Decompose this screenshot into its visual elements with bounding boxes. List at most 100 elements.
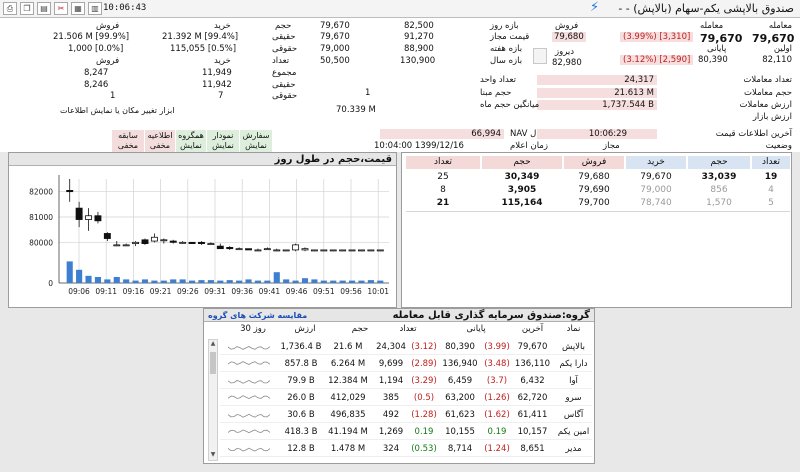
- candle-body: [216, 245, 224, 250]
- row-volume: 41.194 M: [328, 427, 368, 437]
- order-header-buy-count: تعداد: [752, 156, 790, 169]
- allowed-high: 91,270: [404, 32, 434, 42]
- real-label: حقیقی: [272, 32, 296, 42]
- order-header-sell-count: تعداد: [406, 156, 480, 169]
- row-volume: 21.6 M: [333, 342, 363, 352]
- candle-body: [301, 248, 309, 251]
- row-count: 324: [382, 444, 400, 454]
- row-value: 26.0 B: [287, 393, 315, 403]
- volume-bar: [245, 279, 252, 283]
- row-symbol[interactable]: سرو: [555, 393, 592, 403]
- candle-body: [376, 249, 384, 252]
- candle-body: [358, 249, 365, 252]
- intraday-chart[interactable]: 0 80000 81000 82000 09:06 09:11 09:16 09:21 09:2…: [9, 167, 396, 307]
- symbol-info: معامله 79,670 79,670 (3.99%) [3,310] معا…: [0, 18, 800, 152]
- volume-bar: [141, 279, 149, 283]
- row-last: 6,432: [520, 376, 545, 386]
- compare-group-link[interactable]: مقایسه شرکت های گروه: [208, 311, 307, 320]
- row-symbol[interactable]: دارا یکم: [555, 359, 592, 369]
- row-symbol[interactable]: بالاپش: [555, 342, 592, 352]
- avg-volume-label: میانگین حجم ماه: [480, 100, 540, 110]
- order-row[interactable]: 19 33,039 79,670 79,680 30,349 25: [402, 171, 791, 184]
- row-last-change: 0.19: [487, 427, 507, 437]
- doc-icon[interactable]: ▤: [37, 2, 51, 15]
- unit-count-label: تعداد واحد: [480, 75, 516, 85]
- group-table-row[interactable]: دارا یکم 136,110 (3.48) 136,940 (2.89) 9,699 6…: [220, 356, 592, 372]
- row-symbol[interactable]: مدیر: [555, 444, 592, 454]
- scroll-down-icon[interactable]: ▼: [209, 451, 217, 460]
- toggle-orders-button[interactable]: سفارش نمایش: [240, 130, 272, 152]
- scroll-thumb[interactable]: [210, 352, 216, 374]
- group-table-row[interactable]: سرو 62,720 (1.26) 63,200 (0.5) 385 412,029 26.0…: [220, 390, 592, 406]
- candle-body: [66, 189, 74, 193]
- group-table-row[interactable]: امین یکم 10,157 0.19 10,155 0.19 1,269 41.194 …: [220, 424, 592, 440]
- day-high: 82,500: [404, 21, 434, 31]
- volume-bar: [264, 280, 271, 283]
- col-volume[interactable]: حجم: [335, 324, 385, 334]
- toggle-history-button[interactable]: سابقه مخفی: [112, 130, 144, 152]
- toggle-chart-button[interactable]: نمودار نمایش: [207, 130, 239, 152]
- row-count: 24,304: [376, 342, 406, 352]
- volume-trades-value: 21.613 M: [537, 88, 657, 98]
- group-table-row[interactable]: آوا 6,432 (3.7) 6,459 (3.29) 1,194 12.384 M 79.…: [220, 373, 592, 389]
- tools-icon[interactable]: ✂: [54, 2, 68, 15]
- col-count[interactable]: تعداد: [388, 324, 428, 334]
- group-table-row[interactable]: مدیر 8,651 (1.24) 8,714 (0.53) 324 1.478 M 12.8…: [220, 441, 592, 457]
- grid-icon[interactable]: ▦: [71, 2, 85, 15]
- status-label: وضعیت: [765, 141, 792, 151]
- row-final: 61,623: [445, 410, 475, 420]
- row-final-change: 0.19: [414, 427, 434, 437]
- order-row[interactable]: 4 856 79,000 79,690 3,905 8: [402, 184, 791, 197]
- candle-body: [122, 244, 130, 247]
- col-30day[interactable]: 30 روز: [228, 324, 278, 334]
- volume-bar: [292, 280, 299, 283]
- value-trades-label: ارزش معاملات: [739, 100, 792, 110]
- y-tick-label: 80000: [29, 238, 53, 247]
- x-tick-label: 09:41: [259, 287, 281, 296]
- group-scrollbar[interactable]: ▲ ▼: [208, 339, 218, 461]
- toggle-group-button[interactable]: همگروه نمایش: [176, 130, 206, 152]
- order-row[interactable]: 5 1,570 78,740 79,700 115,164 21: [402, 197, 791, 210]
- copy-icon[interactable]: ❐: [20, 2, 34, 15]
- row-symbol[interactable]: امین یکم: [555, 427, 592, 437]
- col-last[interactable]: آخرین: [510, 324, 555, 334]
- volume-bar: [151, 280, 158, 283]
- toggle-notices-button[interactable]: اطلاعیه مخفی: [145, 130, 175, 152]
- col-symbol[interactable]: نماد: [555, 324, 592, 334]
- x-tick-label: 09:26: [177, 287, 199, 296]
- volume-bar: [160, 280, 167, 283]
- col-value[interactable]: ارزش: [280, 324, 330, 334]
- row-last-change: (3.7): [486, 376, 508, 386]
- y-tick-label: 82000: [29, 188, 53, 197]
- row-value: 418.3 B: [284, 427, 318, 437]
- final-value: 80,390: [698, 55, 728, 65]
- row-volume: 1.478 M: [330, 444, 366, 454]
- y-tick-label: 0: [48, 279, 53, 288]
- candle-body: [132, 241, 140, 245]
- row-last: 62,720: [517, 393, 548, 403]
- volume-bar: [330, 280, 337, 283]
- final-label: پایانی: [707, 44, 727, 54]
- open-value: 82,110: [762, 55, 792, 65]
- col-final[interactable]: پایانی: [445, 324, 507, 334]
- row-symbol[interactable]: آگاس: [555, 410, 592, 420]
- row-last-change: (1.62): [484, 410, 510, 420]
- row-symbol[interactable]: آوا: [555, 376, 592, 386]
- row-last: 10,157: [517, 427, 548, 437]
- print-icon[interactable]: ⎙: [3, 2, 17, 15]
- candle-body: [273, 249, 281, 252]
- sell-legal-count: 1: [110, 91, 116, 101]
- intraday-chart-panel: قیمت،حجم در طول روز 0 80000 81000 82000 09:0…: [8, 152, 397, 308]
- x-tick-label: 10:01: [367, 287, 389, 296]
- group-table-row[interactable]: آگاس 61,411 (1.62) 61,623 (1.28) 492 496,835 30…: [220, 407, 592, 423]
- scroll-up-icon[interactable]: ▲: [209, 340, 217, 349]
- chart-icon[interactable]: ▥: [88, 2, 102, 15]
- count-trades-label: تعداد معاملات: [743, 75, 792, 85]
- group-table-row[interactable]: بالاپش 79,670 (3.99) 80,390 (3.12) 24,304 21.6…: [220, 339, 592, 355]
- x-tick-label: 09:31: [204, 287, 226, 296]
- row-last-change: (3.99): [484, 342, 510, 352]
- volume-bar: [104, 279, 111, 283]
- row-value: 857.8 B: [284, 359, 318, 369]
- title-bar: ⎙ ❐ ▤ ✂ ▦ ▥ 10:06:43 ⚡ صندوق بالاپشی یکم…: [0, 0, 800, 18]
- row-final-change: (2.89): [411, 359, 437, 369]
